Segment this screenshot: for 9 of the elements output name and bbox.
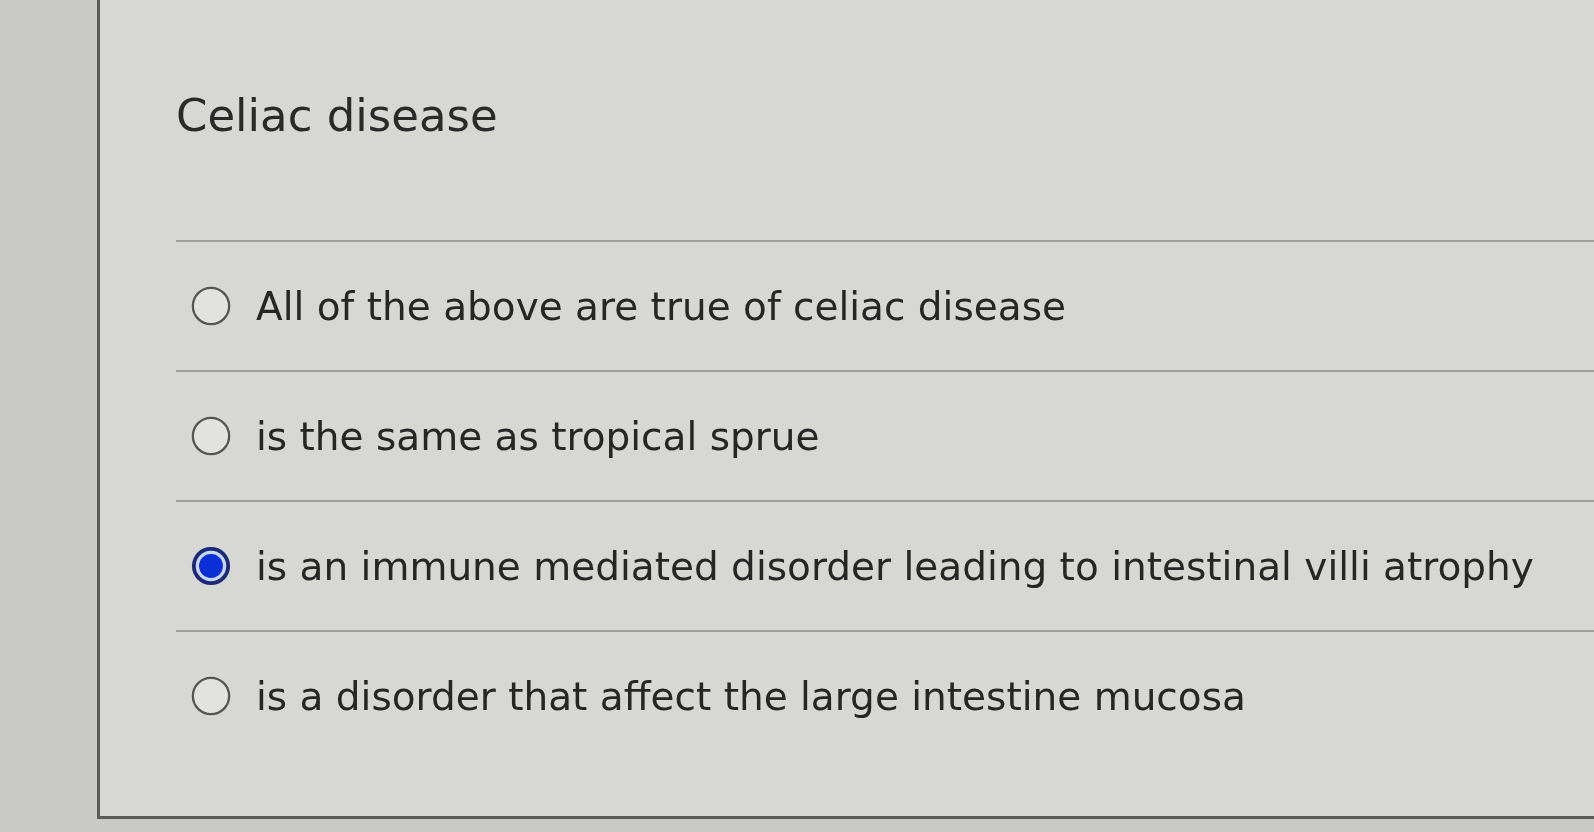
radio-selected-icon[interactable]	[190, 545, 232, 587]
radio-icon[interactable]	[190, 675, 232, 717]
radio-icon[interactable]	[190, 415, 232, 457]
option-label[interactable]: is a disorder that affect the large intestine mucosa	[256, 673, 1246, 719]
option-label[interactable]: is an immune mediated disorder leading to intestinal villi atrophy	[256, 543, 1534, 589]
option-label[interactable]: All of the above are true of celiac disease	[256, 283, 1066, 329]
question-title: Celiac disease	[176, 88, 498, 144]
radio-icon[interactable]	[190, 285, 232, 327]
option-label[interactable]: is the same as tropical sprue	[256, 413, 820, 459]
